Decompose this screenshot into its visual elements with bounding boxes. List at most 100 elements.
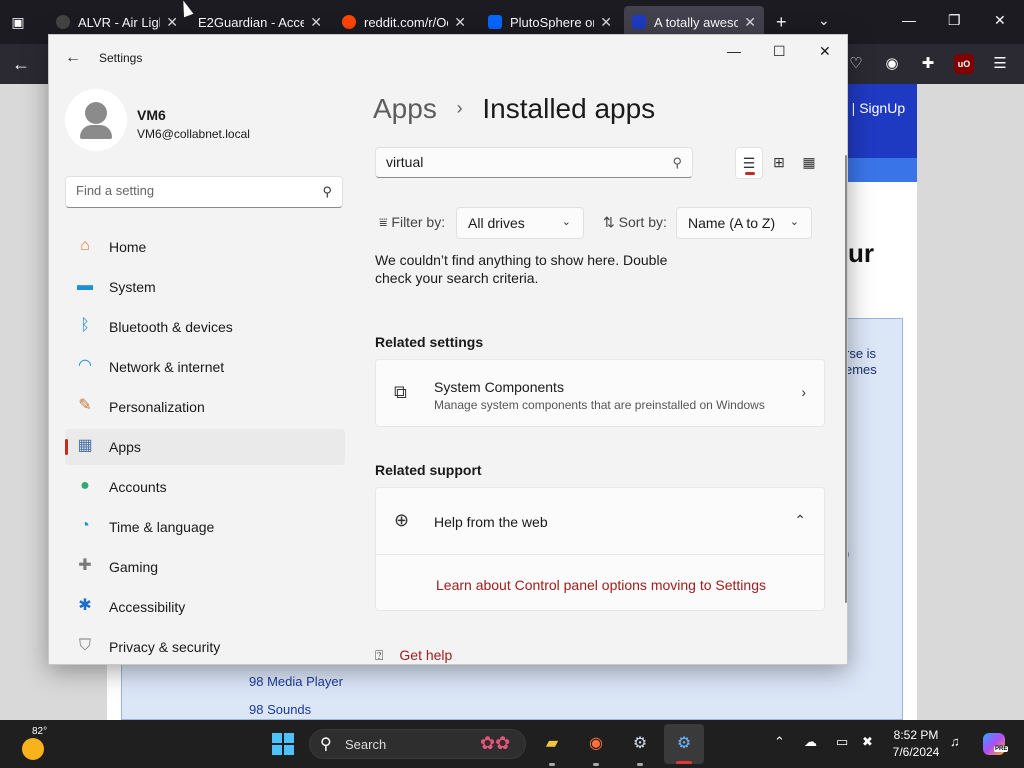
- user-profile[interactable]: VM6 VM6@collabnet.local: [63, 89, 343, 153]
- network-icon[interactable]: ☁: [804, 734, 817, 750]
- sidebar-item-personalization[interactable]: ✎ Personalization: [65, 389, 345, 425]
- volume-muted-icon[interactable]: ✖: [862, 734, 873, 750]
- close-icon[interactable]: ✕: [819, 43, 831, 60]
- minimize-icon[interactable]: —: [902, 12, 916, 28]
- menu-icon[interactable]: ☰: [990, 54, 1010, 74]
- start-button[interactable]: [272, 733, 294, 755]
- file-explorer-icon[interactable]: ▰: [538, 730, 566, 766]
- breadcrumb: Apps › Installed apps: [373, 93, 655, 125]
- find-setting-input[interactable]: [76, 183, 306, 198]
- sidebar-item-network-internet[interactable]: ◠ Network & internet: [65, 349, 345, 385]
- accessibility-icon: ✱: [78, 597, 92, 614]
- scrollbar[interactable]: [845, 155, 847, 603]
- tab-close-icon[interactable]: ✕: [600, 14, 612, 31]
- extensions-icon[interactable]: ✚: [918, 54, 938, 74]
- minimize-icon[interactable]: —: [727, 43, 741, 59]
- pre-badge: PRE: [994, 746, 1009, 752]
- back-arrow-icon[interactable]: ←: [12, 54, 30, 75]
- webpage-link[interactable]: 98 Sounds: [249, 702, 311, 717]
- sort-dropdown[interactable]: Name (A to Z) ⌄: [676, 207, 812, 239]
- profile-email: VM6@collabnet.local: [137, 127, 250, 141]
- help-from-web-card: ⊕ Help from the web ⌃ Learn about Contro…: [375, 487, 825, 611]
- settings-title-bar: ← Settings — ☐ ✕: [49, 35, 847, 81]
- list-view-button[interactable]: ☰: [735, 147, 763, 179]
- taskbar-search[interactable]: ⚲ Search ✿✿: [309, 729, 526, 759]
- app-search-input[interactable]: [386, 154, 656, 170]
- firefox-view-icon[interactable]: ▣: [8, 12, 28, 32]
- screen-icon[interactable]: ▭: [836, 734, 848, 750]
- filter-value: All drives: [468, 215, 525, 231]
- help-from-web-header[interactable]: ⊕ Help from the web ⌃: [376, 488, 824, 554]
- system-icon: ▬: [77, 277, 93, 294]
- get-help-link[interactable]: ⍰ Get help: [375, 647, 452, 664]
- chevron-up-icon[interactable]: ⌃: [774, 734, 785, 750]
- tab-close-icon[interactable]: ✕: [310, 14, 322, 31]
- avatar: [65, 89, 127, 151]
- sidebar-item-label: Gaming: [109, 559, 159, 575]
- list-all-tabs-icon[interactable]: ⌄: [818, 12, 830, 29]
- sidebar-item-label: Network & internet: [109, 359, 225, 375]
- ublock-icon[interactable]: uO: [954, 54, 974, 74]
- selected-indicator: [745, 172, 755, 175]
- view-toggle: ☰ ⊞ ▦: [735, 147, 825, 179]
- card-title: System Components: [434, 379, 564, 395]
- taskbar: 82° ⚲ Search ✿✿ ▰ ◉ ⚙ ⚙ ⌃ ☁ ▭ ✖ 8:52 PM …: [0, 720, 1024, 768]
- card-subtitle: Manage system components that are preins…: [434, 398, 765, 412]
- firefox-icon[interactable]: ◉: [582, 730, 610, 766]
- sidebar-item-accessibility[interactable]: ✱ Accessibility: [65, 589, 345, 625]
- sidebar-item-label: Accounts: [109, 479, 167, 495]
- sidebar-item-label: Home: [109, 239, 147, 255]
- bell-icon[interactable]: ♫: [950, 734, 960, 749]
- grid-view-button[interactable]: ⊞: [765, 147, 793, 179]
- tab-title: E2Guardian - Access: [198, 14, 305, 30]
- close-icon[interactable]: ✕: [994, 12, 1006, 29]
- bluetooth-icon: ᛒ: [80, 317, 90, 334]
- sidebar-item-apps[interactable]: ▦ Apps: [65, 429, 345, 465]
- filter-dropdown[interactable]: All drives ⌄: [456, 207, 584, 239]
- settings-window: ← Settings — ☐ ✕ VM6 VM6@collabnet.local…: [48, 34, 848, 665]
- maximize-icon[interactable]: ☐: [773, 43, 786, 60]
- window-title: Settings: [99, 51, 143, 65]
- breadcrumb-parent[interactable]: Apps: [373, 93, 437, 124]
- sidebar-item-bluetooth-devices[interactable]: ᛒ Bluetooth & devices: [65, 309, 345, 345]
- profile-name: VM6: [137, 107, 166, 123]
- webpage-link[interactable]: 98 Media Player: [249, 674, 343, 689]
- weather-sun-icon: [22, 738, 44, 760]
- webpage-content-text: rse is emes: [845, 346, 877, 377]
- new-tab-button[interactable]: +: [776, 12, 787, 33]
- sidebar-item-label: Apps: [109, 439, 141, 455]
- tab-title: reddit.com/r/Oc: [364, 14, 449, 30]
- sidebar-item-home[interactable]: ⌂ Home: [65, 229, 345, 265]
- pocket-icon[interactable]: ♡: [846, 54, 866, 74]
- sidebar-item-label: Personalization: [109, 399, 205, 415]
- restore-icon[interactable]: ❐: [948, 12, 961, 29]
- temperature: 82°: [32, 726, 48, 737]
- sidebar-item-accounts[interactable]: ● Accounts: [65, 469, 345, 505]
- tile-view-button[interactable]: ▦: [795, 147, 823, 179]
- sidebar-item-system[interactable]: ▬ System: [65, 269, 345, 305]
- settings-app-icon[interactable]: ⚙: [664, 724, 704, 764]
- back-arrow-icon[interactable]: ←: [65, 49, 81, 67]
- taskbar-search-placeholder: Search: [345, 737, 387, 752]
- system-components-card[interactable]: ⧉ System Components Manage system compon…: [375, 359, 825, 427]
- sidebar-item-label: Bluetooth & devices: [109, 319, 233, 335]
- sidebar-item-time-language[interactable]: ◔ Time & language: [65, 509, 345, 545]
- find-setting-field[interactable]: ⚲: [65, 176, 343, 208]
- control-panel-link[interactable]: Learn about Control panel options moving…: [376, 577, 826, 593]
- steam-icon[interactable]: ⚙: [626, 730, 654, 766]
- tab-close-icon[interactable]: ✕: [166, 14, 178, 31]
- sidebar-item-privacy-security[interactable]: ⛉ Privacy & security: [65, 629, 345, 664]
- sidebar-item-label: Privacy & security: [109, 639, 221, 655]
- site-favicon: [632, 15, 646, 29]
- related-support-heading: Related support: [375, 462, 482, 478]
- weather-widget[interactable]: 82°: [20, 726, 48, 760]
- app-search-field[interactable]: ⚲: [375, 147, 693, 178]
- tab-close-icon[interactable]: ✕: [744, 14, 756, 31]
- account-icon[interactable]: ◉: [882, 54, 902, 74]
- sidebar-item-gaming[interactable]: ✚ Gaming: [65, 549, 345, 585]
- search-icon: ⚲: [322, 184, 332, 199]
- search-icon: ⚲: [320, 736, 332, 753]
- clock[interactable]: 8:52 PM 7/6/2024: [884, 727, 948, 761]
- tab-close-icon[interactable]: ✕: [454, 14, 466, 31]
- home-icon: ⌂: [80, 237, 90, 254]
